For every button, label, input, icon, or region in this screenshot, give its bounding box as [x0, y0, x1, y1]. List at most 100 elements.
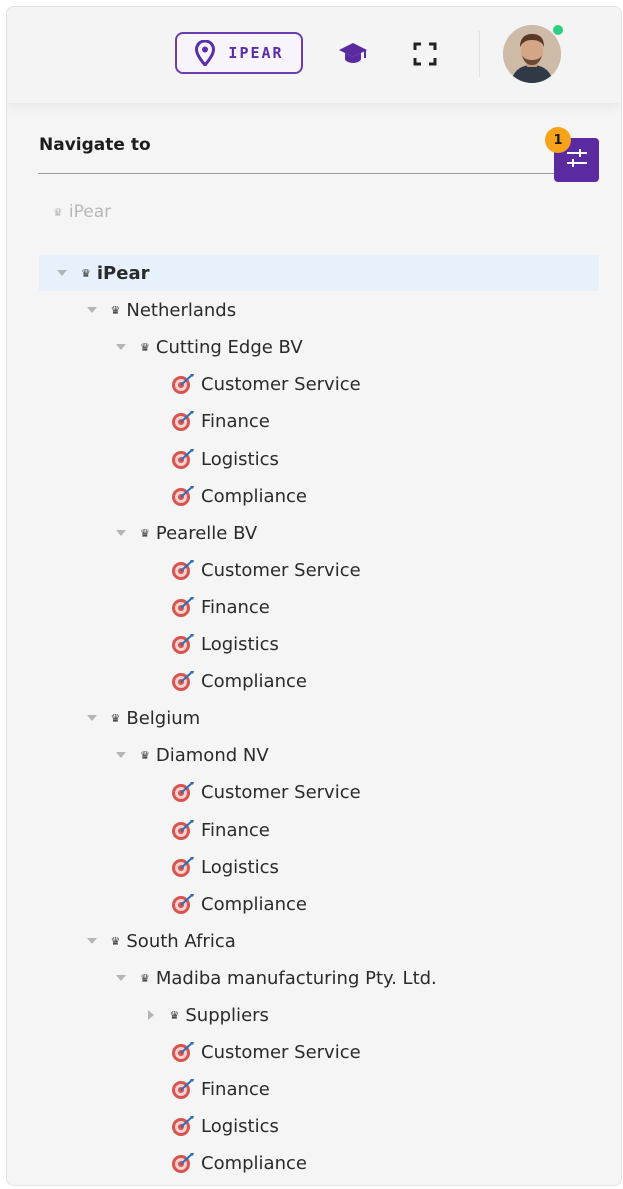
tree-node[interactable]: ♛ Belgium [85, 700, 201, 736]
navigation-panel: IPEAR Navigate to 1 ♛ iPear ♛ iPear ♛ Ne… [6, 6, 622, 1186]
tree-item-label: iPear [96, 262, 150, 284]
tree-leaf-item[interactable]: Finance [171, 812, 270, 848]
tree-leaf-item[interactable]: Customer Service [171, 774, 361, 810]
tree-item-label: Compliance [201, 893, 307, 915]
caret-down-icon[interactable] [114, 748, 128, 762]
location-label: IPEAR [228, 44, 284, 62]
tree-item-label: Cutting Edge BV [155, 336, 303, 358]
tree-item-label: South Africa [126, 930, 236, 952]
target-icon [171, 633, 195, 655]
tree-item-label: Customer Service [201, 1041, 361, 1063]
crown-icon: ♛ [81, 266, 91, 280]
target-icon [171, 559, 195, 581]
tree-item-label: Finance [201, 596, 270, 618]
crown-icon: ♛ [140, 748, 150, 762]
caret-down-icon[interactable] [85, 303, 99, 317]
tree-leaf-item[interactable]: Finance [171, 589, 270, 625]
crown-icon: ♛ [140, 340, 150, 354]
tree-node[interactable]: ♛ Diamond NV [114, 737, 269, 773]
tree-leaf-item[interactable]: Customer Service [171, 366, 361, 402]
target-icon [171, 819, 195, 841]
navigate-title: Navigate to [39, 135, 151, 155]
crown-icon: ♛ [140, 971, 150, 985]
navigate-underline [38, 173, 555, 174]
tree-item-label: Logistics [201, 448, 279, 470]
tree-leaf-item[interactable]: Compliance [171, 1145, 307, 1181]
target-icon [171, 1041, 195, 1063]
sliders-icon [565, 147, 589, 173]
tree-item-label: Finance [201, 410, 270, 432]
target-icon [171, 893, 195, 915]
tree-leaf-item[interactable]: Customer Service [171, 552, 361, 588]
tree-item-label: Netherlands [126, 299, 237, 321]
tree-item-label: Customer Service [201, 781, 361, 803]
target-icon [171, 781, 195, 803]
location-button[interactable]: IPEAR [175, 32, 303, 74]
tree-node[interactable]: ♛ Suppliers [144, 997, 269, 1033]
fullscreen-icon [411, 42, 439, 72]
tree-item-label: Customer Service [201, 373, 361, 395]
breadcrumb-label: iPear [68, 202, 112, 222]
tree-item-label: Compliance [201, 1152, 307, 1174]
tree-item-label: Suppliers [185, 1004, 269, 1026]
fullscreen-button[interactable] [411, 40, 439, 68]
target-icon [171, 1078, 195, 1100]
tree-item-label: Customer Service [201, 559, 361, 581]
graduation-cap-icon [338, 41, 368, 69]
target-icon [171, 485, 195, 507]
tree-leaf-item[interactable]: Logistics [171, 441, 279, 477]
tree-leaf-item[interactable]: Compliance [171, 886, 307, 922]
target-icon [171, 448, 195, 470]
tree-node[interactable]: ♛ Cutting Edge BV [114, 329, 303, 365]
top-toolbar: IPEAR [7, 7, 621, 103]
tree-node[interactable]: ♛ iPear [39, 255, 599, 291]
target-icon [171, 1152, 195, 1174]
crown-icon: ♛ [110, 711, 121, 725]
breadcrumb[interactable]: ♛ iPear [53, 202, 111, 222]
map-pin-icon [194, 40, 216, 66]
tree-item-label: Compliance [201, 485, 307, 507]
caret-down-icon[interactable] [114, 971, 128, 985]
caret-down-icon[interactable] [85, 934, 99, 948]
tree-item-label: Logistics [201, 856, 279, 878]
tree-item-label: Logistics [201, 1115, 279, 1137]
crown-icon: ♛ [140, 526, 150, 540]
tree-leaf-item[interactable]: Customer Service [171, 1034, 361, 1070]
crown-icon: ♛ [110, 934, 121, 948]
crown-icon: ♛ [53, 205, 63, 219]
tree-leaf-item[interactable]: Finance [171, 403, 270, 439]
crown-icon: ♛ [169, 1008, 180, 1022]
tree-leaf-item[interactable]: Logistics [171, 1108, 279, 1144]
tree-leaf-item[interactable]: Compliance [171, 663, 307, 699]
target-icon [171, 1115, 195, 1137]
tree-node[interactable]: ♛ Madiba manufacturing Pty. Ltd. [114, 960, 437, 996]
target-icon [171, 373, 195, 395]
academy-button[interactable] [337, 41, 369, 69]
target-icon [171, 670, 195, 692]
caret-down-icon[interactable] [85, 711, 99, 725]
tree-node[interactable]: ♛ South Africa [85, 923, 236, 959]
caret-down-icon[interactable] [55, 266, 69, 280]
tree-leaf-item[interactable]: Logistics [171, 849, 279, 885]
crown-icon: ♛ [110, 303, 121, 317]
tree-node[interactable]: ♛ Netherlands [85, 292, 237, 328]
tree-item-label: Compliance [201, 670, 307, 692]
tree-node[interactable]: ♛ Pearelle BV [114, 515, 257, 551]
online-status-indicator [552, 24, 564, 36]
caret-right-icon[interactable] [144, 1008, 158, 1022]
caret-down-icon[interactable] [114, 340, 128, 354]
tree-item-label: Finance [201, 1078, 270, 1100]
tree-leaf-item[interactable]: Logistics [171, 626, 279, 662]
tree-leaf-item[interactable]: Finance [171, 1071, 270, 1107]
tree-item-label: Pearelle BV [155, 522, 258, 544]
tree-item-label: Logistics [201, 633, 279, 655]
target-icon [171, 596, 195, 618]
toolbar-divider [479, 31, 480, 77]
target-icon [171, 856, 195, 878]
tree-leaf-item[interactable]: Compliance [171, 478, 307, 514]
tree-item-label: Belgium [126, 707, 201, 729]
filter-count-badge: 1 [545, 127, 571, 153]
tree-item-label: Finance [201, 819, 270, 841]
target-icon [171, 410, 195, 432]
caret-down-icon[interactable] [114, 526, 128, 540]
